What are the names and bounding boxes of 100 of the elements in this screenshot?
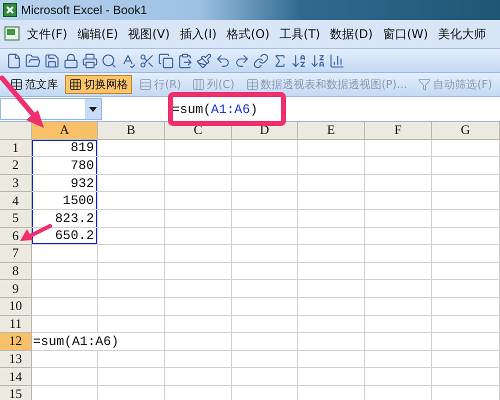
table-cell[interactable]: [365, 316, 432, 334]
table-cell[interactable]: [432, 350, 500, 368]
table-cell[interactable]: [432, 333, 500, 351]
search-icon[interactable]: [101, 52, 117, 68]
table-cell[interactable]: [165, 192, 232, 210]
table-cell[interactable]: [232, 280, 298, 298]
table-cell[interactable]: [98, 368, 165, 386]
table-cell[interactable]: [298, 298, 365, 316]
paintbrush-icon[interactable]: [196, 52, 212, 68]
open-folder-icon[interactable]: [25, 52, 41, 68]
row-header[interactable]: 9: [0, 280, 32, 298]
table-cell[interactable]: [298, 140, 365, 158]
table-cell[interactable]: [298, 245, 365, 263]
table-cell[interactable]: [98, 350, 165, 368]
table-cell[interactable]: [98, 157, 165, 175]
dropdown-button[interactable]: [85, 99, 101, 119]
table-cell[interactable]: 650.2: [32, 228, 98, 246]
column-header[interactable]: B: [98, 122, 165, 140]
row-header[interactable]: 2: [0, 157, 32, 175]
menu-item[interactable]: 视图(V): [123, 26, 175, 42]
lock-icon[interactable]: [63, 52, 79, 68]
name-box[interactable]: [0, 98, 102, 120]
table-cell[interactable]: [232, 140, 298, 158]
table-cell[interactable]: [232, 245, 298, 263]
new-file-icon[interactable]: [6, 52, 22, 68]
table-cell[interactable]: [298, 228, 365, 246]
table-cell[interactable]: [165, 350, 232, 368]
table-cell[interactable]: [365, 368, 432, 386]
clipboard-icon[interactable]: [177, 52, 193, 68]
table-cell[interactable]: [32, 298, 98, 316]
table-cell[interactable]: [165, 280, 232, 298]
table-cell[interactable]: [232, 316, 298, 334]
table-cell[interactable]: 1500: [32, 192, 98, 210]
table-cell[interactable]: [32, 350, 98, 368]
table-cell[interactable]: [432, 245, 500, 263]
table-cell[interactable]: [98, 174, 165, 192]
table-cell[interactable]: [98, 316, 165, 334]
table-cell[interactable]: [432, 192, 500, 210]
table-cell[interactable]: [365, 262, 432, 280]
save-icon[interactable]: [44, 52, 60, 68]
toolbar-button[interactable]: 范文库: [6, 75, 62, 94]
table-cell[interactable]: [32, 316, 98, 334]
table-cell[interactable]: [432, 174, 500, 192]
menu-item[interactable]: 插入(I): [174, 26, 222, 42]
row-header[interactable]: 4: [0, 192, 32, 210]
table-cell[interactable]: 780: [32, 157, 98, 175]
printer-icon[interactable]: [82, 52, 98, 68]
table-cell[interactable]: [365, 350, 432, 368]
table-cell[interactable]: [232, 298, 298, 316]
row-header[interactable]: 13: [0, 350, 32, 368]
select-all-corner[interactable]: [0, 122, 32, 140]
table-cell[interactable]: [98, 298, 165, 316]
table-cell[interactable]: [432, 280, 500, 298]
table-cell[interactable]: [365, 157, 432, 175]
table-cell[interactable]: [298, 262, 365, 280]
table-cell[interactable]: [98, 245, 165, 263]
link-icon[interactable]: [253, 52, 269, 68]
menu-item[interactable]: 文件(F): [22, 26, 72, 42]
menu-item[interactable]: 美化大师: [433, 26, 492, 42]
column-header[interactable]: E: [298, 122, 365, 140]
table-cell[interactable]: [365, 192, 432, 210]
sort-ascending-icon[interactable]: [291, 52, 307, 68]
copy-icon[interactable]: [158, 52, 174, 68]
table-cell[interactable]: [232, 228, 298, 246]
menu-item[interactable]: 格式(O): [222, 26, 275, 42]
table-cell[interactable]: [98, 192, 165, 210]
table-cell[interactable]: [98, 210, 165, 228]
table-cell[interactable]: [165, 174, 232, 192]
table-cell[interactable]: [165, 368, 232, 386]
table-cell[interactable]: [365, 298, 432, 316]
table-cell[interactable]: [432, 316, 500, 334]
table-cell[interactable]: [298, 350, 365, 368]
table-cell[interactable]: =sum(A1:A6): [32, 333, 165, 351]
table-cell[interactable]: [365, 333, 432, 351]
table-cell[interactable]: [298, 368, 365, 386]
row-header[interactable]: 7: [0, 245, 32, 263]
table-cell[interactable]: [365, 140, 432, 158]
table-cell[interactable]: [232, 210, 298, 228]
formula-text[interactable]: =sum(A1:A6): [172, 102, 258, 116]
table-cell[interactable]: [298, 192, 365, 210]
table-cell[interactable]: [432, 228, 500, 246]
table-cell[interactable]: [432, 298, 500, 316]
menu-item[interactable]: 工具(T): [274, 26, 326, 42]
table-cell[interactable]: 819: [32, 140, 98, 158]
table-cell[interactable]: [365, 228, 432, 246]
table-cell[interactable]: [298, 174, 365, 192]
table-cell[interactable]: [165, 245, 232, 263]
table-cell[interactable]: [298, 280, 365, 298]
table-cell[interactable]: [98, 280, 165, 298]
row-header[interactable]: 5: [0, 210, 32, 228]
table-cell[interactable]: [165, 210, 232, 228]
toolbar-button[interactable]: 切换网格: [65, 75, 132, 94]
table-cell[interactable]: [298, 157, 365, 175]
table-cell[interactable]: [98, 262, 165, 280]
table-cell[interactable]: [432, 157, 500, 175]
scissors-icon[interactable]: [139, 52, 155, 68]
table-cell[interactable]: [432, 210, 500, 228]
undo-icon[interactable]: [215, 52, 231, 68]
table-cell[interactable]: [232, 262, 298, 280]
table-cell[interactable]: [232, 350, 298, 368]
